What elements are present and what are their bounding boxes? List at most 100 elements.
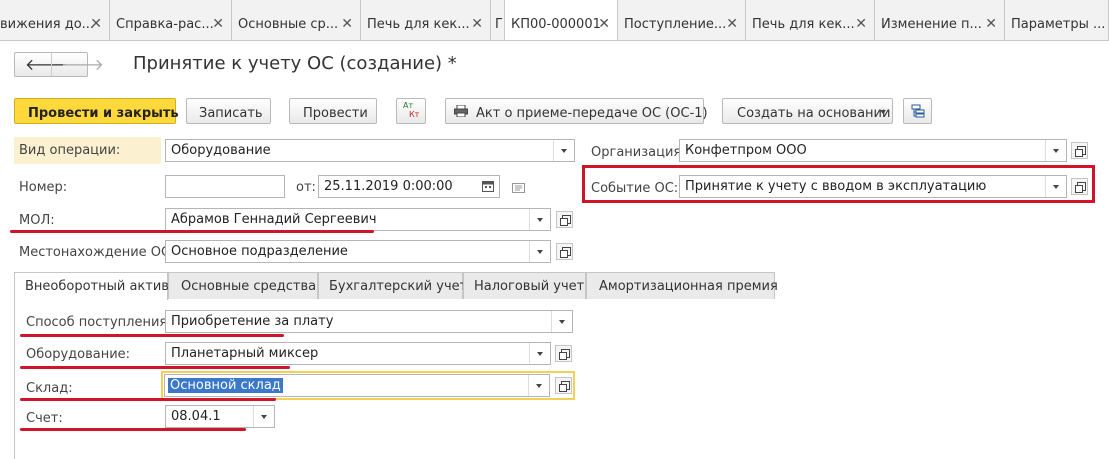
mol-label: МОЛ:: [19, 213, 55, 228]
open-in-window-icon[interactable]: [556, 243, 573, 260]
window-tab-label: Справка-рас...: [116, 17, 214, 32]
close-icon[interactable]: ✕: [985, 16, 997, 32]
window-tab[interactable]: Печь для кек... ✕: [746, 0, 875, 40]
equipment-select[interactable]: Планетарный миксер: [165, 342, 551, 365]
mol-value: Абрамов Геннадий Сергеевич: [171, 212, 377, 227]
date-value: 25.11.2019 0:00:00: [324, 179, 453, 194]
window-tab[interactable]: Изменение п... ✕: [875, 0, 1005, 40]
tab-tax-accounting[interactable]: Налоговый учет: [463, 272, 586, 299]
red-underline-mol: [10, 230, 374, 233]
window-tab-label: Поступление...: [624, 17, 727, 32]
window-tab-label: КП00-000001: [511, 17, 601, 32]
tab-label: Налоговый учет: [474, 279, 585, 294]
event-select[interactable]: Принятие к учету с вводом в эксплуатацию: [679, 175, 1067, 198]
tab-accounting[interactable]: Бухгалтерский учет: [318, 272, 467, 299]
warehouse-select[interactable]: Основной склад: [164, 374, 550, 397]
red-underline-account: [20, 428, 246, 431]
dropdown-arrow-icon[interactable]: [1045, 140, 1066, 161]
window-tab[interactable]: Г: [491, 0, 505, 40]
window-tab-active[interactable]: КП00-000001 ✕: [505, 0, 618, 40]
warehouse-label: Склад:: [26, 381, 73, 396]
create-based-on-button[interactable]: Создать на основании: [722, 98, 893, 124]
dt-kt-button[interactable]: Ат Кт: [396, 98, 426, 124]
calendar-icon[interactable]: [482, 180, 494, 196]
receipt-label: Способ поступления:: [26, 315, 172, 330]
open-in-window-icon[interactable]: [1071, 178, 1088, 195]
red-underline-equipment: [20, 366, 290, 369]
post-and-close-button[interactable]: Провести и закрыть: [14, 98, 179, 124]
operation-value: Оборудование: [171, 143, 271, 158]
open-in-window-icon[interactable]: [556, 211, 573, 228]
open-in-window-icon[interactable]: [555, 377, 572, 394]
dropdown-arrow-icon[interactable]: [553, 140, 574, 161]
tab-label: Внеоборотный актив: [25, 279, 169, 294]
receipt-value: Приобретение за плату: [171, 314, 334, 329]
window-tab-label: вижения до...: [0, 17, 95, 32]
save-label: Записать: [199, 106, 263, 121]
dropdown-arrow-icon[interactable]: [529, 241, 550, 262]
forward-arrow-icon[interactable]: 🡒: [61, 54, 104, 74]
window-tab[interactable]: Поступление... ✕: [618, 0, 746, 40]
tab-depreciation-bonus[interactable]: Амортизационная премия: [586, 272, 778, 299]
org-label: Организация:: [591, 145, 686, 160]
tab-noncurrent-asset[interactable]: Внеоборотный актив: [14, 272, 169, 300]
close-icon[interactable]: ✕: [726, 16, 738, 32]
close-icon[interactable]: ✕: [598, 16, 610, 32]
org-select[interactable]: Конфетпром ООО: [679, 139, 1067, 162]
operation-label: Вид операции:: [19, 143, 121, 158]
comment-icon[interactable]: [512, 182, 525, 197]
close-icon[interactable]: ✕: [341, 16, 353, 32]
print-act-button[interactable]: Акт о приеме-передаче ОС (ОС-1): [445, 98, 708, 124]
structure-button[interactable]: [903, 98, 932, 124]
window-tab[interactable]: Параметры ...: [1005, 0, 1109, 40]
date-field[interactable]: 25.11.2019 0:00:00: [318, 175, 500, 198]
divider: [51, 53, 52, 76]
location-select[interactable]: Основное подразделение: [165, 240, 551, 263]
red-underline-receipt: [20, 334, 284, 337]
window-tab[interactable]: Основные ср... ✕: [232, 0, 361, 40]
window-tab[interactable]: Печь для кек... ✕: [361, 0, 491, 40]
tab-label: Амортизационная премия: [599, 279, 778, 294]
window-tab-label: Изменение п...: [881, 17, 982, 32]
window-tab-label: Г: [495, 17, 503, 32]
org-value: Конфетпром ООО: [685, 143, 807, 158]
window-tab[interactable]: Справка-рас... ✕: [110, 0, 232, 40]
dropdown-arrow-icon[interactable]: [253, 406, 274, 427]
dropdown-arrow-icon[interactable]: [528, 375, 549, 396]
operation-select[interactable]: Оборудование: [165, 139, 575, 162]
open-in-window-icon[interactable]: [555, 345, 572, 362]
save-button[interactable]: Записать: [186, 98, 271, 124]
structure-icon: [911, 104, 925, 122]
post-button[interactable]: Провести: [289, 98, 377, 124]
close-icon[interactable]: ✕: [90, 16, 102, 32]
date-label: от:: [296, 180, 316, 195]
dropdown-arrow-icon[interactable]: [529, 209, 550, 230]
number-field[interactable]: [165, 175, 285, 198]
close-icon[interactable]: ✕: [212, 16, 224, 32]
window-tab[interactable]: вижения до... ✕: [0, 0, 110, 40]
print-act-label: Акт о приеме-передаче ОС (ОС-1): [476, 106, 708, 121]
open-windows-tabbar: вижения до... ✕ Справка-рас... ✕ Основные …: [0, 0, 1109, 41]
chevron-down-icon: [880, 110, 886, 114]
receipt-select[interactable]: Приобретение за плату: [165, 310, 573, 333]
close-icon[interactable]: ✕: [471, 16, 483, 32]
number-label: Номер:: [19, 180, 68, 195]
nav-buttons: 🡐 🡒: [14, 52, 104, 77]
mol-select[interactable]: Абрамов Геннадий Сергеевич: [165, 208, 551, 231]
close-icon[interactable]: ✕: [855, 16, 867, 32]
account-select[interactable]: 08.04.1: [165, 405, 275, 428]
tab-panel-border: [14, 299, 15, 459]
kt-label: Кт: [409, 110, 420, 119]
account-value: 08.04.1: [171, 409, 221, 424]
location-label: Местонахождение ОС:: [19, 245, 175, 260]
red-underline-warehouse: [20, 398, 276, 401]
dropdown-arrow-icon[interactable]: [529, 343, 550, 364]
tab-fixed-assets[interactable]: Основные средства: [168, 272, 318, 299]
dropdown-arrow-icon[interactable]: [551, 311, 572, 332]
location-value: Основное подразделение: [171, 244, 348, 259]
window-tab-label: Параметры ...: [1011, 17, 1106, 32]
open-in-window-icon[interactable]: [1071, 142, 1088, 159]
account-label: Счет:: [26, 411, 63, 426]
printer-icon: [454, 104, 468, 118]
dropdown-arrow-icon[interactable]: [1045, 176, 1066, 197]
